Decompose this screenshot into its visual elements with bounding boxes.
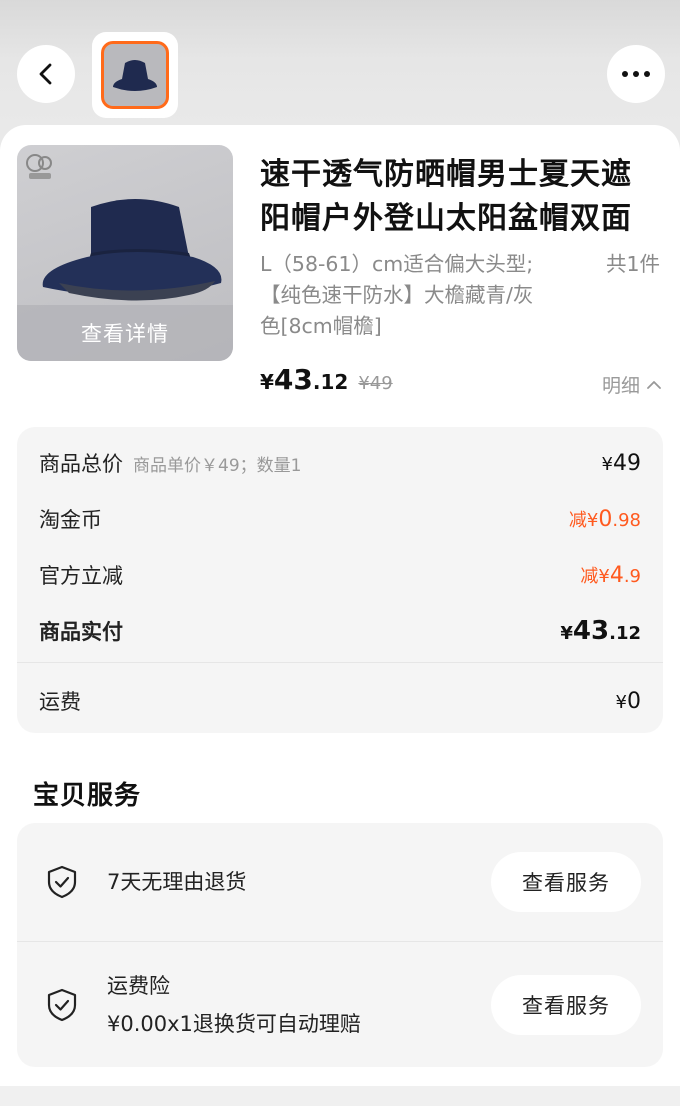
- view-service-button[interactable]: 查看服务: [491, 852, 641, 912]
- service-item: 运费险 ¥0.00x1退换货可自动理赔 查看服务: [17, 942, 663, 1067]
- shield-check-icon: [47, 988, 77, 1021]
- row-value: ¥43.12: [560, 616, 641, 646]
- service-label: 7天无理由退货: [107, 870, 247, 894]
- row-value: 减¥4.9: [580, 563, 641, 588]
- row-label: 淘金币: [39, 508, 102, 532]
- shield-check-icon: [47, 865, 77, 899]
- row-total-price: 商品总价 商品单价￥49；数量1 ¥49: [39, 445, 641, 481]
- service-desc: ¥0.00x1退换货可自动理赔: [107, 1011, 361, 1036]
- price-currency: ¥: [260, 370, 274, 394]
- product-title: 速干透气防晒帽男士夏天遮 阳帽户外登山太阳盆帽双面: [260, 153, 660, 241]
- row-label: 商品总价: [39, 452, 123, 476]
- quantity-label: 共1件: [605, 252, 660, 276]
- price-breakdown: 商品总价 商品单价￥49；数量1 ¥49 淘金币 减¥0.98 官方立减 减¥4…: [17, 427, 663, 733]
- product-spec: L（58-61）cm适合偏大头型; 共1件 【纯色速干防水】大檐藏青/灰 色[8…: [260, 249, 660, 342]
- row-value: ¥49: [601, 450, 641, 476]
- row-official-discount: 官方立减 减¥4.9: [39, 557, 641, 593]
- row-sub-label: 商品单价￥49；数量1: [133, 455, 302, 476]
- view-detail-overlay[interactable]: 查看详情: [17, 305, 233, 361]
- row-label: 官方立减: [39, 564, 123, 588]
- row-shipping: 运费 ¥0: [39, 683, 641, 719]
- row-actual-payment: 商品实付 ¥43.12: [39, 613, 641, 649]
- more-dots-icon: [622, 71, 650, 77]
- spec-line-2: 【纯色速干防水】大檐藏青/灰: [260, 283, 534, 307]
- product-title-line-1: 速干透气防晒帽男士夏天遮: [260, 157, 632, 192]
- price-detail-toggle[interactable]: 明细: [602, 371, 662, 398]
- product-thumbnail: [101, 41, 169, 109]
- product-image[interactable]: 查看详情: [17, 145, 233, 361]
- row-taojinbi: 淘金币 减¥0.98: [39, 501, 641, 537]
- view-service-button[interactable]: 查看服务: [491, 974, 641, 1035]
- bottom-section-strip: [0, 1086, 680, 1106]
- brand-watermark-logo: [26, 154, 52, 179]
- row-label: 商品实付: [39, 620, 123, 644]
- service-label: 运费险: [107, 973, 170, 998]
- detail-toggle-label: 明细: [601, 375, 640, 397]
- service-item: 7天无理由退货 查看服务: [17, 823, 663, 941]
- back-button[interactable]: [17, 45, 75, 103]
- chevron-up-icon: [647, 380, 661, 389]
- chevron-left-icon: [39, 63, 52, 85]
- more-button[interactable]: [607, 45, 665, 103]
- order-detail-sheet: 查看详情 速干透气防晒帽男士夏天遮 阳帽户外登山太阳盆帽双面 L（58-61）c…: [0, 125, 680, 1106]
- spec-line-3: 色[8cm帽檐]: [260, 314, 382, 338]
- service-text: 运费险 ¥0.00x1退换货可自动理赔: [107, 967, 361, 1043]
- hat-product-image: [42, 199, 222, 301]
- hat-thumbnail-image: [113, 60, 157, 91]
- row-value: ¥0: [615, 688, 641, 714]
- product-thumbnail-tab[interactable]: [92, 32, 178, 118]
- price-integer: 43: [273, 363, 313, 396]
- product-title-line-2: 阳帽户外登山太阳盆帽双面: [260, 201, 632, 236]
- price-row: ¥ 43 .12 ¥49: [260, 363, 393, 396]
- row-label: 运费: [39, 690, 81, 714]
- spec-line-1: L（58-61）cm适合偏大头型;: [260, 252, 534, 276]
- top-bar: [0, 0, 680, 125]
- breakdown-divider: [17, 662, 663, 663]
- original-price: ¥49: [358, 373, 393, 394]
- services-list: 7天无理由退货 查看服务 运费险 ¥0.00x1退换货可自动理赔 查看服务: [17, 823, 663, 1067]
- row-value: 减¥0.98: [568, 507, 641, 532]
- services-section-title: 宝贝服务: [33, 781, 142, 811]
- price-decimal: .12: [312, 370, 349, 394]
